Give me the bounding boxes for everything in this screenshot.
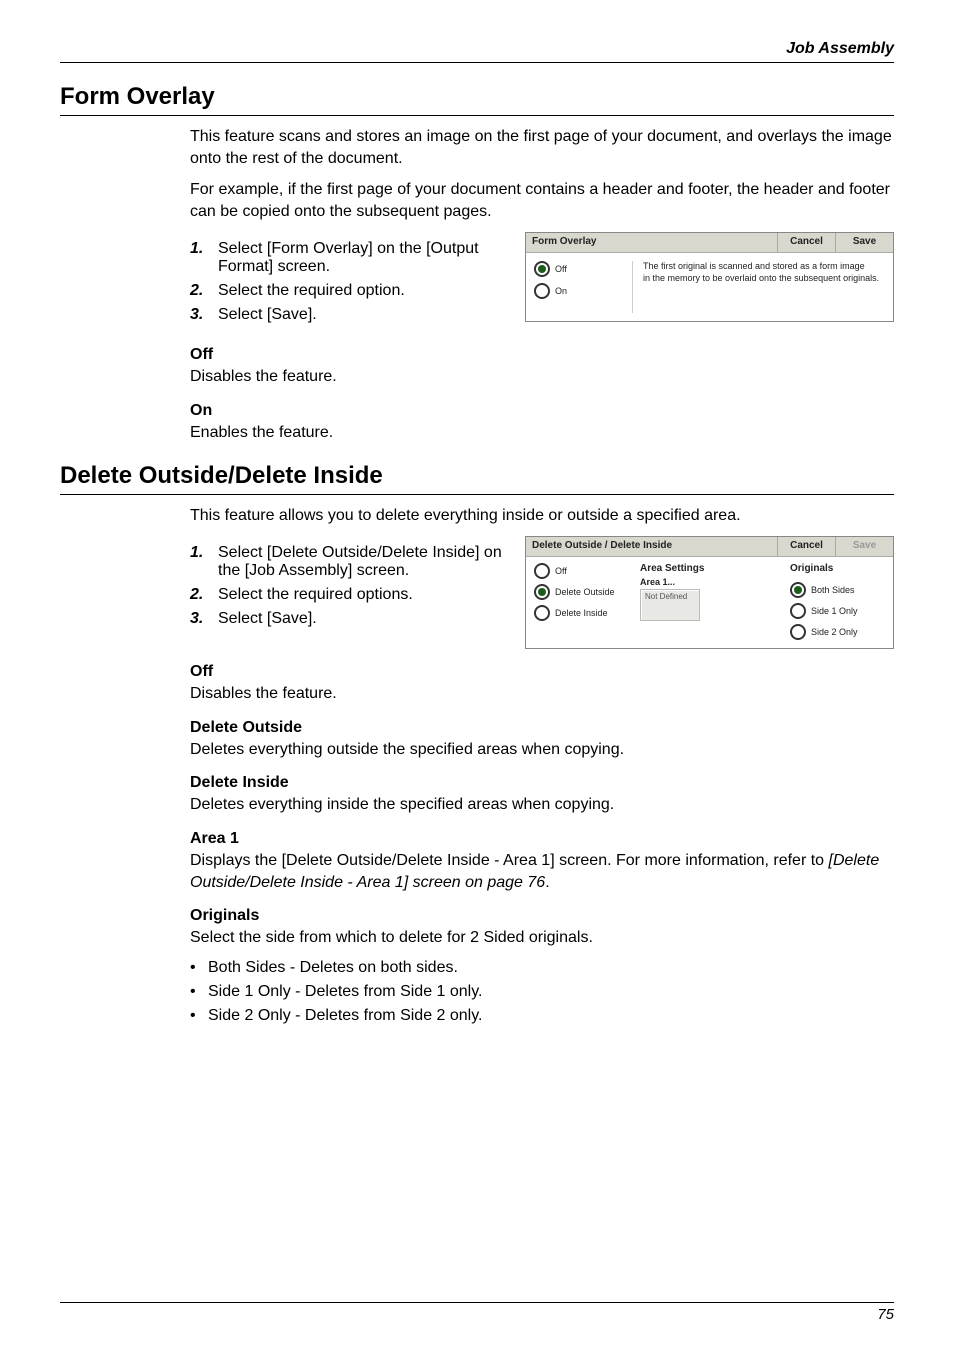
- text-area-1: Displays the [Delete Outside/Delete Insi…: [190, 850, 894, 893]
- subhead-area-1: Area 1: [190, 830, 894, 848]
- radio-label: Off: [555, 264, 567, 274]
- para-delete-1: This feature allows you to delete everyt…: [190, 505, 894, 527]
- panel-delete: Delete Outside / Delete Inside Cancel Sa…: [525, 536, 894, 649]
- text-on: Enables the feature.: [190, 422, 894, 444]
- radio-off[interactable]: Off: [534, 563, 634, 579]
- radio-label: Delete Outside: [555, 587, 615, 597]
- radio-icon: [534, 283, 550, 299]
- radio-label: Both Sides: [811, 585, 855, 595]
- running-header: Job Assembly: [60, 40, 894, 63]
- radio-off[interactable]: Off: [534, 261, 624, 277]
- text-off-2: Disables the feature.: [190, 683, 894, 705]
- originals-header: Originals: [790, 563, 885, 574]
- subhead-off: Off: [190, 346, 894, 364]
- radio-icon: [534, 563, 550, 579]
- radio-icon: [534, 261, 550, 277]
- step-text: Select [Save].: [218, 610, 317, 628]
- steps-delete: 1.Select [Delete Outside/Delete Inside] …: [190, 544, 510, 628]
- text-delete-inside: Deletes everything inside the specified …: [190, 794, 894, 816]
- text-delete-outside: Deletes everything outside the specified…: [190, 739, 894, 761]
- radio-icon: [790, 624, 806, 640]
- radio-icon: [534, 605, 550, 621]
- radio-side-1-only[interactable]: Side 1 Only: [790, 603, 885, 619]
- area-1-button[interactable]: Not Defined: [640, 589, 700, 621]
- step-text: Select [Save].: [218, 306, 317, 324]
- radio-on[interactable]: On: [534, 283, 624, 299]
- radio-icon: [534, 584, 550, 600]
- bullet-side-2: Side 2 Only - Deletes from Side 2 only.: [190, 1007, 894, 1025]
- radio-label: Delete Inside: [555, 608, 608, 618]
- cancel-button[interactable]: Cancel: [777, 233, 835, 252]
- radio-label: On: [555, 286, 567, 296]
- panel-description: The first original is scanned and stored…: [632, 261, 885, 313]
- step-text: Select the required option.: [218, 282, 405, 300]
- step-text: Select the required options.: [218, 586, 413, 604]
- step-text: Select [Form Overlay] on the [Output For…: [218, 240, 510, 276]
- step-text: Select [Delete Outside/Delete Inside] on…: [218, 544, 510, 580]
- save-button[interactable]: Save: [835, 233, 893, 252]
- text-originals: Select the side from which to delete for…: [190, 927, 894, 949]
- radio-icon: [790, 603, 806, 619]
- bullet-both-sides: Both Sides - Deletes on both sides.: [190, 959, 894, 977]
- subhead-off-2: Off: [190, 663, 894, 681]
- radio-label: Side 2 Only: [811, 627, 858, 637]
- page-number: 75: [60, 1302, 894, 1323]
- radio-icon: [790, 582, 806, 598]
- area-settings-header: Area Settings: [640, 563, 790, 574]
- cancel-button[interactable]: Cancel: [777, 537, 835, 556]
- save-button[interactable]: Save: [835, 537, 893, 556]
- panel-title: Delete Outside / Delete Inside: [526, 537, 777, 556]
- radio-delete-outside[interactable]: Delete Outside: [534, 584, 634, 600]
- section-title-form-overlay: Form Overlay: [60, 83, 894, 116]
- steps-form-overlay: 1.Select [Form Overlay] on the [Output F…: [190, 240, 510, 324]
- bullet-side-1: Side 1 Only - Deletes from Side 1 only.: [190, 983, 894, 1001]
- para-form-overlay-1: This feature scans and stores an image o…: [190, 126, 894, 169]
- radio-label: Off: [555, 566, 567, 576]
- area-label: Area 1...: [640, 577, 790, 587]
- radio-side-2-only[interactable]: Side 2 Only: [790, 624, 885, 640]
- subhead-on: On: [190, 402, 894, 420]
- radio-delete-inside[interactable]: Delete Inside: [534, 605, 634, 621]
- para-form-overlay-2: For example, if the first page of your d…: [190, 179, 894, 222]
- text-off: Disables the feature.: [190, 366, 894, 388]
- radio-label: Side 1 Only: [811, 606, 858, 616]
- originals-bullets: Both Sides - Deletes on both sides. Side…: [190, 959, 894, 1025]
- radio-both-sides[interactable]: Both Sides: [790, 582, 885, 598]
- subhead-originals: Originals: [190, 907, 894, 925]
- section-title-delete: Delete Outside/Delete Inside: [60, 462, 894, 495]
- subhead-delete-inside: Delete Inside: [190, 774, 894, 792]
- panel-title: Form Overlay: [526, 233, 777, 252]
- panel-form-overlay: Form Overlay Cancel Save Off On: [525, 232, 894, 322]
- subhead-delete-outside: Delete Outside: [190, 719, 894, 737]
